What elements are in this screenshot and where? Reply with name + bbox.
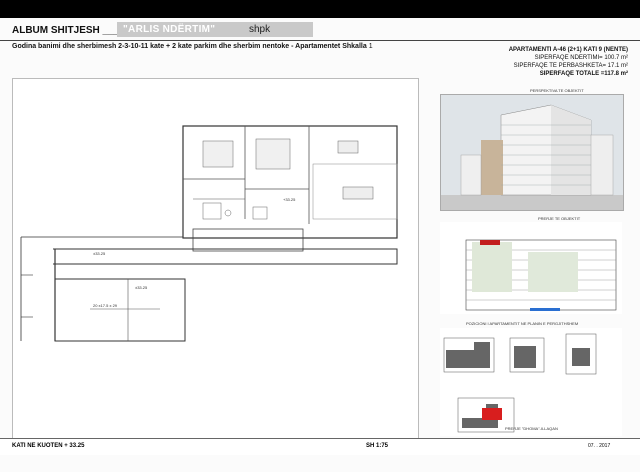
apartment-id: APARTAMENTI A-46 (2+1) KATI 9 (NENTE) [508, 47, 628, 53]
position-caption: POZICIONI I APARTAMENTIT NE PLANIN E PER… [466, 321, 579, 326]
company-suffix: shpk [249, 24, 271, 35]
drawing-scale: SH 1:75 [366, 443, 389, 449]
apartment-highlight-section [480, 240, 500, 245]
header-rule [0, 40, 640, 41]
album-title: ALBUM SHITJESH ____ [12, 25, 125, 36]
section-drawing [440, 222, 622, 314]
company-band: "ARLIS NDËRTIM" shpk [117, 22, 313, 37]
floor-plan: +33.25 ±33.25 20 x17.5 x 29 ±33.25 [12, 78, 419, 446]
section-caption: PRERJE TE OBJEKTIT [538, 216, 581, 221]
block-caption: PRERJE "DHOMA"-ILLAQAN [505, 426, 558, 431]
drawing-date: 07. . 2017 [588, 443, 611, 449]
subtitle-suffix: 1 [368, 43, 373, 50]
apartment-highlight-plan [482, 408, 502, 420]
apartment-info: APARTAMENTI A-46 (2+1) KATI 9 (NENTE) SI… [509, 46, 628, 78]
level-mark-2: ±33.25 [93, 251, 106, 256]
total-area: SIPERFAQE TOTALE =117.8 m² [539, 71, 628, 77]
position-plans [440, 328, 622, 436]
project-subtitle: Godina banimi dhe sherbimesh 2-3-10-11 k… [12, 43, 373, 50]
stair-label: 20 x17.5 x 29 [93, 303, 118, 308]
footer-bar: KATI NE KUOTEN + 33.25 SH 1:75 07. . 201… [0, 438, 640, 455]
build-area: SIPERFAQE NDERTIMI= 100.7 m² [534, 55, 628, 61]
subtitle-text: Godina banimi dhe sherbimesh 2-3-10-11 k… [12, 43, 367, 50]
perspective-image [440, 94, 624, 211]
level-mark-1: +33.25 [283, 197, 296, 202]
floor-plan-drawing: +33.25 ±33.25 20 x17.5 x 29 ±33.25 [20, 125, 398, 342]
level-mark-3: ±33.25 [135, 285, 148, 290]
perspective-caption: PERSPEKTIVA TE OBJEKTIT [530, 88, 584, 93]
floor-level: KATI NE KUOTEN + 33.25 [12, 443, 85, 449]
common-area: SIPERFAQE TE PERBASHKETA= 17.1 m² [513, 63, 628, 69]
company-name: "ARLIS NDËRTIM" [123, 24, 216, 35]
building-illustration [441, 95, 623, 210]
